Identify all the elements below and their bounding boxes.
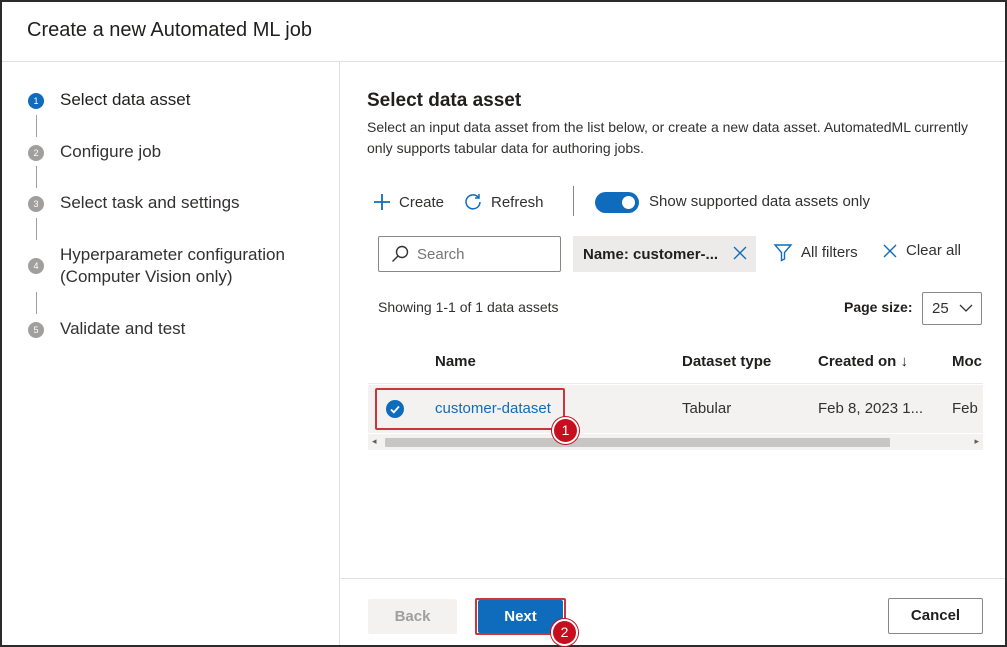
all-filters-label: All filters (801, 243, 858, 261)
close-icon (883, 244, 897, 257)
page-size-value: 25 (932, 300, 949, 317)
create-button[interactable]: Create (373, 188, 444, 216)
supported-assets-toggle[interactable] (595, 192, 639, 213)
back-button[interactable]: Back (368, 599, 457, 634)
column-header-modified[interactable]: Moc (952, 353, 982, 370)
step-connector (36, 166, 37, 188)
main-content: Select data asset Select an input data a… (341, 62, 1005, 646)
row-selected-checkbox[interactable] (386, 400, 404, 418)
close-icon[interactable] (732, 245, 748, 261)
clear-all-button[interactable]: Clear all (882, 242, 961, 259)
toggle-label: Show supported data assets only (649, 193, 870, 210)
table-row[interactable]: customer-dataset Tabular Feb 8, 2023 1..… (368, 385, 983, 433)
refresh-icon (465, 194, 481, 210)
clear-all-label: Clear all (906, 242, 962, 259)
table-header: Name Dataset type Created on ↓ Moc (368, 340, 983, 384)
toolbar-divider (573, 186, 574, 216)
step-label: Validate and test (60, 319, 186, 338)
step-label-secondary: (Computer Vision only) (60, 267, 233, 286)
section-title: Select data asset (367, 90, 522, 111)
name-filter-chip[interactable]: Name: customer-... (573, 236, 756, 272)
dataset-name-link[interactable]: customer-dataset (435, 400, 551, 417)
search-input[interactable] (417, 245, 547, 263)
horizontal-scrollbar[interactable]: ◂ ▸ (368, 434, 983, 450)
refresh-button[interactable]: Refresh (463, 188, 544, 216)
dialog-title: Create a new Automated ML job (27, 19, 312, 41)
create-label: Create (399, 193, 445, 211)
wizard-steps: 1 Select data asset 2 Configure job 3 Se… (2, 62, 340, 645)
data-assets-table: Name Dataset type Created on ↓ Moc custo… (368, 340, 983, 455)
annotation-badge-2: 2 (551, 619, 578, 646)
step-number-4: 4 (28, 258, 44, 274)
checkmark-icon (390, 405, 400, 414)
filter-icon (773, 244, 793, 262)
scroll-right-icon[interactable]: ▸ (974, 436, 979, 447)
annotation-badge-1: 1 (552, 417, 579, 444)
step-label: Select task and settings (60, 193, 240, 212)
created-on-cell: Feb 8, 2023 1... (818, 400, 924, 417)
results-count: Showing 1-1 of 1 data assets (378, 299, 559, 315)
step-number-2: 2 (28, 145, 44, 161)
column-header-dataset-type[interactable]: Dataset type (682, 353, 771, 370)
step-connector (36, 115, 37, 137)
step-label: Select data asset (60, 90, 191, 109)
step-label: Configure job (60, 142, 162, 161)
dialog: Create a new Automated ML job 1 Select d… (0, 0, 1007, 647)
column-header-created-on[interactable]: Created on ↓ (818, 353, 908, 370)
section-description: Select an input data asset from the list… (367, 119, 969, 156)
scrollbar-thumb[interactable] (385, 438, 890, 447)
step-number-1: 1 (28, 93, 44, 109)
page-size-dropdown[interactable]: 25 (922, 292, 982, 325)
cancel-button[interactable]: Cancel (888, 598, 983, 634)
search-field[interactable] (378, 236, 561, 272)
next-button[interactable]: Next (478, 600, 563, 633)
step-number-3: 3 (28, 196, 44, 212)
scroll-left-icon[interactable]: ◂ (372, 436, 377, 447)
column-header-name[interactable]: Name (435, 353, 476, 370)
search-icon (392, 245, 409, 262)
refresh-label: Refresh (491, 193, 544, 211)
filter-chip-label: Name: customer-... (583, 245, 719, 263)
toolbar: Create Refresh Show supported data asset… (373, 186, 993, 216)
step-connector (36, 292, 37, 314)
page-size-label: Page size: (844, 299, 913, 315)
all-filters-button[interactable]: All filters (773, 242, 858, 262)
plus-icon (374, 194, 390, 210)
chevron-down-icon (959, 304, 973, 312)
step-label: Hyperparameter configuration (60, 245, 285, 264)
modified-cell: Feb (952, 400, 978, 417)
step-connector (36, 218, 37, 240)
dialog-header: Create a new Automated ML job (2, 2, 1005, 62)
toggle-knob (622, 196, 635, 209)
dataset-type-cell: Tabular (682, 400, 732, 417)
step-number-5: 5 (28, 322, 44, 338)
dialog-footer: Back Next 2 Cancel (341, 578, 1005, 646)
